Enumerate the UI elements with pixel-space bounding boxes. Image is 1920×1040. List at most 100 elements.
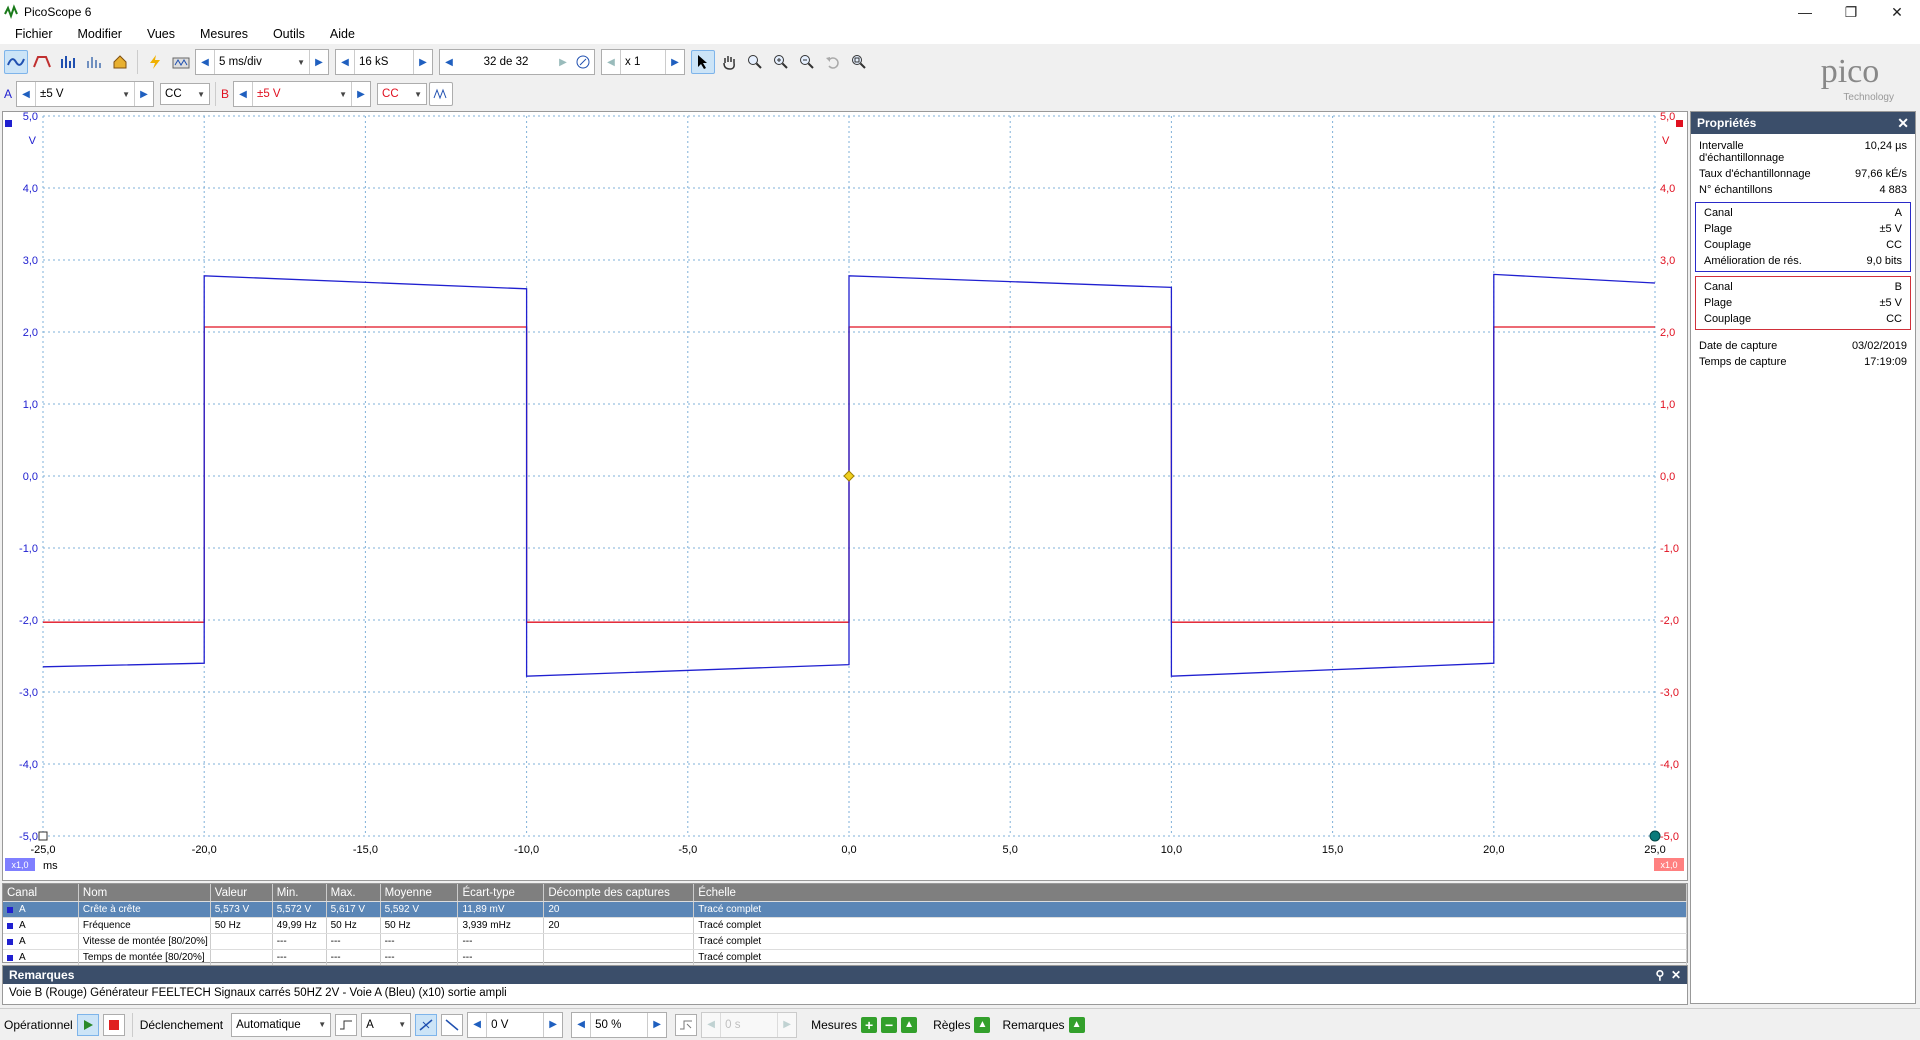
- channel-a-range-select[interactable]: ±5 V ▼: [35, 82, 136, 106]
- delete-measurement-button[interactable]: −: [881, 1016, 898, 1033]
- edit-measurement-button[interactable]: ▲: [901, 1016, 918, 1033]
- channel-a-range-prev[interactable]: ◀: [17, 82, 35, 106]
- measurements-column-header[interactable]: Nom: [79, 884, 211, 901]
- zoom-next-arrow[interactable]: ▶: [666, 50, 684, 74]
- measurements-column-header[interactable]: Min.: [273, 884, 327, 901]
- samples-prev-arrow[interactable]: ◀: [336, 50, 354, 74]
- trigger-channel-select[interactable]: A ▼: [361, 1012, 412, 1037]
- channel-b-range-prev[interactable]: ◀: [234, 82, 252, 106]
- measurement-row[interactable]: A Crête à crête 5,573 V 5,572 V 5,617 V 5,592…: [3, 902, 1687, 918]
- menu-vues[interactable]: Vues: [132, 27, 185, 41]
- property-key: Intervalle d'échantillonnage: [1699, 140, 1785, 164]
- add-measurement-button[interactable]: +: [861, 1016, 878, 1033]
- channel-options-button[interactable]: [429, 82, 454, 106]
- measurement-cell: [211, 934, 273, 949]
- zoom-field[interactable]: x 1: [620, 50, 666, 74]
- measurements-column-header[interactable]: Canal: [3, 884, 79, 901]
- channel-b-coupling-select[interactable]: CC ▼: [377, 83, 428, 105]
- measurements-column-header[interactable]: Max.: [327, 884, 381, 901]
- delay-prev[interactable]: ◀: [702, 1013, 720, 1037]
- capture-next-arrow[interactable]: ▶: [554, 50, 572, 74]
- pretrigger-prev[interactable]: ◀: [572, 1013, 590, 1037]
- property-value: 03/02/2019: [1851, 340, 1907, 352]
- measurement-row[interactable]: A Fréquence 50 Hz 49,99 Hz 50 Hz 50 Hz 3,939 m…: [3, 918, 1687, 934]
- home-button[interactable]: [108, 50, 132, 74]
- trigger-mode-select[interactable]: Automatique ▼: [231, 1012, 332, 1037]
- channel-b-label[interactable]: B: [221, 87, 229, 101]
- channel-b-coupling-value: CC: [382, 88, 399, 100]
- probe-button[interactable]: [143, 50, 167, 74]
- pretrigger-field[interactable]: 50 %: [590, 1012, 649, 1037]
- measurements-column-header[interactable]: Moyenne: [381, 884, 459, 901]
- stop-button[interactable]: [102, 1013, 125, 1036]
- measurements-column-header[interactable]: Valeur: [211, 884, 273, 901]
- restore-button[interactable]: ❐: [1828, 0, 1874, 24]
- oscilloscope-plot[interactable]: 5,0 4,0 3,0 2,0 1,0 0,0 -1,0 -2,0 -3,0 -4,0 -5,0 5,…: [3, 111, 1687, 880]
- zoom-tool-button[interactable]: [743, 50, 767, 74]
- trigger-level-field[interactable]: 0 V: [486, 1012, 545, 1037]
- undo-zoom-button[interactable]: [821, 50, 845, 74]
- x-tick-label: -20,0: [192, 844, 217, 856]
- measurement-cell: Fréquence: [79, 918, 211, 933]
- delay-next[interactable]: ▶: [778, 1013, 796, 1037]
- pin-icon[interactable]: ⚲: [1655, 968, 1664, 982]
- capture-index-field[interactable]: 32 de 32: [458, 50, 554, 74]
- menu-outils[interactable]: Outils: [258, 27, 315, 41]
- close-icon[interactable]: ✕: [1897, 115, 1915, 132]
- remarks-text[interactable]: Voie B (Rouge) Générateur FEELTECH Signa…: [3, 984, 1687, 1002]
- close-window-button[interactable]: ✕: [1874, 0, 1920, 24]
- post-trigger-delay-button[interactable]: [675, 1013, 698, 1036]
- scope-view[interactable]: 5,0 4,0 3,0 2,0 1,0 0,0 -1,0 -2,0 -3,0 -4,0 -5,0 5,…: [2, 111, 1688, 881]
- measurement-cell: Tracé complet: [694, 902, 1687, 917]
- channel-a-range-next[interactable]: ▶: [135, 82, 153, 106]
- x-tick-label: -25,0: [30, 844, 55, 856]
- signal-generator-button[interactable]: [169, 50, 193, 74]
- menu-fichier[interactable]: Fichier: [0, 27, 63, 41]
- rising-edge-button[interactable]: [415, 1013, 438, 1036]
- persistence-mode-button[interactable]: [30, 50, 54, 74]
- minimize-button[interactable]: —: [1782, 0, 1828, 24]
- channel-b-range-select[interactable]: ±5 V ▼: [252, 82, 353, 106]
- trigger-level-next[interactable]: ▶: [544, 1013, 562, 1037]
- falling-edge-button[interactable]: [441, 1013, 464, 1036]
- zoom-out-button[interactable]: [795, 50, 819, 74]
- remarks-toggle-button[interactable]: ▲: [1068, 1016, 1085, 1033]
- menu-modifier[interactable]: Modifier: [63, 27, 132, 41]
- property-row: Intervalle d'échantillonnage 10,24 µs: [1691, 138, 1915, 166]
- hand-tool-button[interactable]: [717, 50, 741, 74]
- delay-field[interactable]: 0 s: [720, 1012, 779, 1037]
- select-tool-button[interactable]: [691, 50, 715, 74]
- measurements-column-header[interactable]: Décompte des captures: [544, 884, 695, 901]
- property-key: Canal: [1704, 281, 1733, 293]
- timebase-select[interactable]: 5 ms/div ▼: [214, 50, 310, 74]
- zoom-in-button[interactable]: [769, 50, 793, 74]
- measurements-table: Canal Nom Valeur Min. Max. Moyenne Écart-type D…: [2, 883, 1688, 966]
- zoom-overview-button[interactable]: [847, 50, 871, 74]
- rising-edge-icon: [419, 1018, 433, 1031]
- menu-aide[interactable]: Aide: [315, 27, 365, 41]
- samples-field[interactable]: 16 kS: [354, 50, 414, 74]
- measurement-row[interactable]: A Temps de montée [80/20%] --- --- --- --- Tra…: [3, 950, 1687, 966]
- advanced-trigger-button[interactable]: [335, 1013, 358, 1036]
- pretrigger-next[interactable]: ▶: [648, 1013, 666, 1037]
- spectrum-mode-button[interactable]: [56, 50, 80, 74]
- start-button[interactable]: [76, 1013, 99, 1036]
- rules-button[interactable]: ▲: [974, 1016, 991, 1033]
- channel-a-coupling-select[interactable]: CC ▼: [160, 83, 211, 105]
- measurements-column-header[interactable]: Écart-type: [458, 884, 545, 901]
- menu-mesures[interactable]: Mesures: [185, 27, 258, 41]
- samples-next-arrow[interactable]: ▶: [414, 50, 432, 74]
- timebase-prev-arrow[interactable]: ◀: [196, 50, 214, 74]
- channel-a-label[interactable]: A: [4, 87, 12, 101]
- channel-b-range-next[interactable]: ▶: [352, 82, 370, 106]
- close-icon[interactable]: ✕: [1671, 968, 1681, 982]
- measurements-column-header[interactable]: Échelle: [694, 884, 1687, 901]
- measurement-row[interactable]: A Vitesse de montée [80/20%] --- --- --- --- T…: [3, 934, 1687, 950]
- timebase-next-arrow[interactable]: ▶: [310, 50, 328, 74]
- buffer-overview-button[interactable]: [572, 51, 594, 73]
- trigger-level-prev[interactable]: ◀: [468, 1013, 486, 1037]
- scope-mode-button[interactable]: [4, 50, 28, 74]
- capture-prev-arrow[interactable]: ◀: [440, 50, 458, 74]
- spectrum-persist-button[interactable]: [82, 50, 106, 74]
- zoom-prev-arrow[interactable]: ◀: [602, 50, 620, 74]
